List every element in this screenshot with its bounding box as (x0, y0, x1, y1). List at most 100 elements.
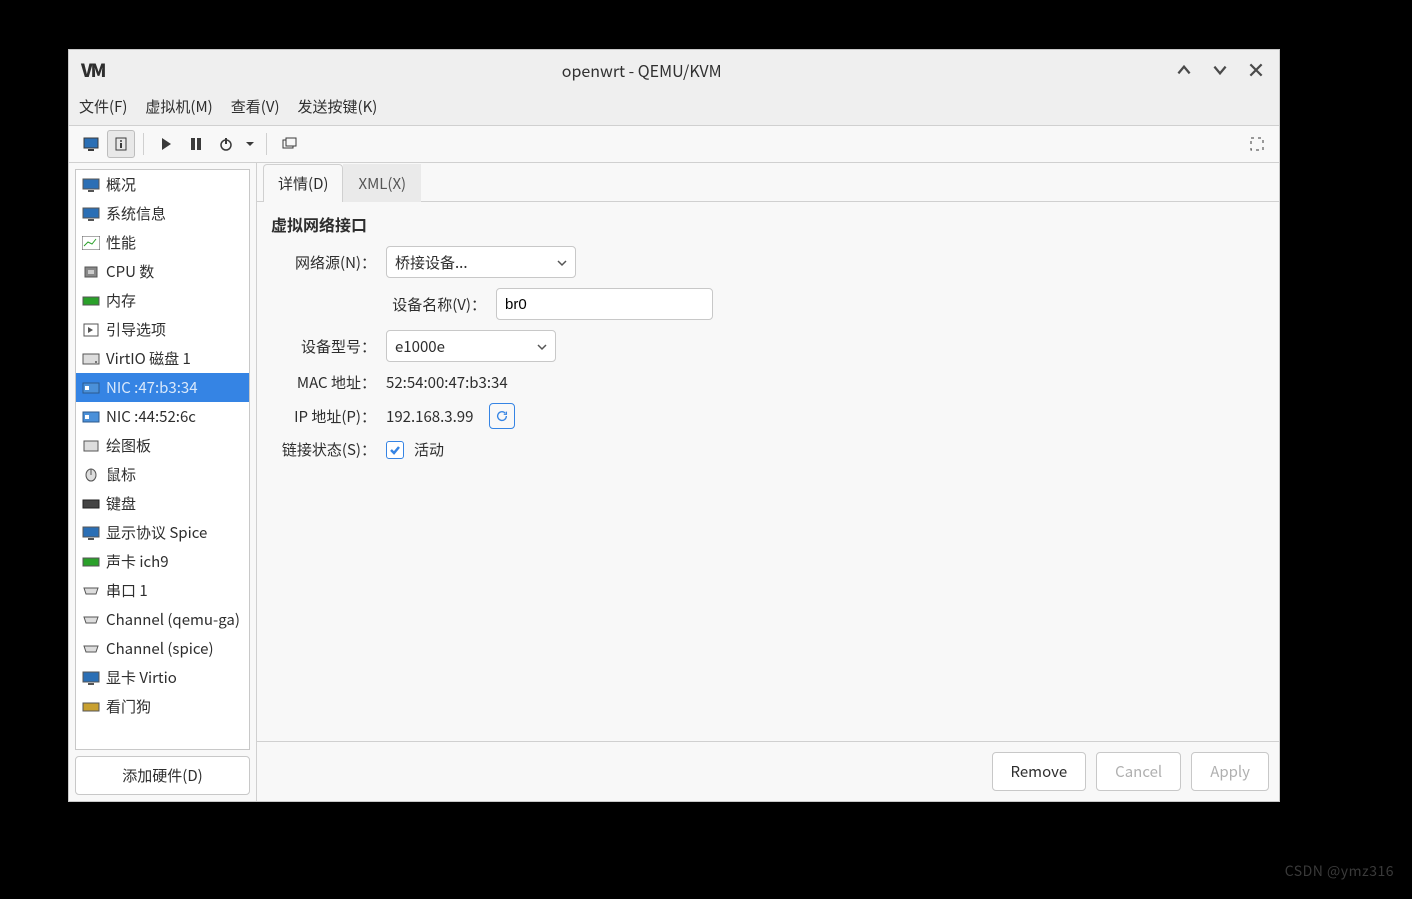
cpu-icon (82, 265, 100, 279)
sidebar-item-label: Channel (spice) (106, 638, 214, 659)
sidebar-item-serial[interactable]: 串口 1 (76, 576, 249, 605)
close-icon[interactable] (1247, 61, 1265, 79)
tab-details[interactable]: 详情(D) (263, 164, 343, 202)
sidebar-item-sound[interactable]: 声卡 ich9 (76, 547, 249, 576)
sidebar-item-channel-qemu[interactable]: Channel (qemu-ga) (76, 605, 249, 634)
window-title: openwrt - QEMU/KVM (108, 58, 1175, 82)
sidebar-item-watchdog[interactable]: 看门狗 (76, 692, 249, 721)
play-icon[interactable] (152, 130, 180, 158)
maximize-icon[interactable] (1211, 61, 1229, 79)
label-mac: MAC 地址： (271, 372, 376, 393)
sidebar-item-sysinfo[interactable]: 系统信息 (76, 199, 249, 228)
monitor-icon (82, 178, 100, 192)
power-dropdown-icon[interactable] (242, 139, 258, 149)
mac-value: 52:54:00:47:b3:34 (386, 372, 508, 393)
sidebar-item-disk[interactable]: VirtIO 磁盘 1 (76, 344, 249, 373)
serial-icon (82, 642, 100, 656)
sidebar-item-label: 内存 (106, 290, 136, 311)
apply-button[interactable]: Apply (1191, 752, 1269, 791)
pause-icon[interactable] (182, 130, 210, 158)
sidebar-item-mouse[interactable]: 鼠标 (76, 460, 249, 489)
sidebar-item-label: 鼠标 (106, 464, 136, 485)
fullscreen-icon[interactable] (1243, 130, 1271, 158)
serial-icon (82, 613, 100, 627)
ip-value: 192.168.3.99 (386, 406, 473, 427)
sidebar-item-display[interactable]: 显示协议 Spice (76, 518, 249, 547)
sidebar-item-video[interactable]: 显卡 Virtio (76, 663, 249, 692)
nic-icon (82, 410, 100, 424)
label-device-model: 设备型号： (271, 336, 376, 357)
sidebar-item-label: 性能 (106, 232, 136, 253)
chart-icon (82, 236, 100, 250)
remove-button[interactable]: Remove (992, 752, 1087, 791)
sidebar-item-cpus[interactable]: CPU 数 (76, 257, 249, 286)
minimize-icon[interactable] (1175, 61, 1193, 79)
link-state-checkbox[interactable] (386, 441, 404, 459)
mouse-icon (82, 468, 100, 482)
monitor-icon (82, 526, 100, 540)
sidebar-item-nic-1[interactable]: NIC :47:b3:34 (76, 373, 249, 402)
sidebar-item-tablet[interactable]: 绘图板 (76, 431, 249, 460)
sidebar-item-channel-spice[interactable]: Channel (spice) (76, 634, 249, 663)
keyboard-icon (82, 497, 100, 511)
sidebar-item-boot[interactable]: 引导选项 (76, 315, 249, 344)
sidebar-item-label: NIC :47:b3:34 (106, 377, 198, 398)
menu-sendkeys[interactable]: 发送按键(K) (298, 96, 378, 117)
titlebar: VM openwrt - QEMU/KVM (69, 50, 1279, 90)
refresh-ip-button[interactable] (489, 403, 515, 429)
sidebar-item-label: 串口 1 (106, 580, 148, 601)
sidebar-item-label: VirtIO 磁盘 1 (106, 348, 191, 369)
hardware-sidebar: 概况 系统信息 性能 CPU 数 内存 引导选项 VirtIO 磁盘 1 NIC… (69, 163, 257, 801)
sidebar-item-keyboard[interactable]: 键盘 (76, 489, 249, 518)
chevron-down-icon (537, 336, 547, 357)
sidebar-item-label: 看门狗 (106, 696, 151, 717)
toolbar-separator (143, 133, 144, 155)
sidebar-item-memory[interactable]: 内存 (76, 286, 249, 315)
serial-icon (82, 584, 100, 598)
menubar: 文件(F) 虚拟机(M) 查看(V) 发送按键(K) (69, 90, 1279, 125)
power-icon[interactable] (212, 130, 240, 158)
sidebar-item-label: 显示协议 Spice (106, 522, 207, 543)
tablet-icon (82, 439, 100, 453)
card-icon (82, 700, 100, 714)
boot-icon (82, 323, 100, 337)
sidebar-item-performance[interactable]: 性能 (76, 228, 249, 257)
sidebar-item-label: 概况 (106, 174, 136, 195)
label-ip: IP 地址(P)： (271, 406, 376, 427)
sidebar-item-label: 显卡 Virtio (106, 667, 177, 688)
device-model-select[interactable]: e1000e (386, 330, 556, 362)
menu-file[interactable]: 文件(F) (79, 96, 127, 117)
cancel-button[interactable]: Cancel (1096, 752, 1181, 791)
device-model-value: e1000e (395, 336, 445, 357)
sidebar-item-label: CPU 数 (106, 261, 154, 282)
sidebar-item-label: 系统信息 (106, 203, 166, 224)
sidebar-item-label: 绘图板 (106, 435, 151, 456)
sidebar-item-label: 键盘 (106, 493, 136, 514)
memory-icon (82, 294, 100, 308)
tab-xml[interactable]: XML(X) (343, 164, 421, 202)
console-button[interactable] (77, 130, 105, 158)
app-window: VM openwrt - QEMU/KVM 文件(F) 虚拟机(M) 查看(V)… (68, 49, 1280, 802)
add-hardware-button[interactable]: 添加硬件(D) (75, 756, 250, 795)
footer-buttons: Remove Cancel Apply (257, 741, 1279, 801)
details-panel: 详情(D) XML(X) 虚拟网络接口 网络源(N)： 桥接设备... 设备名称… (257, 163, 1279, 801)
label-link-state: 链接状态(S)： (271, 439, 376, 460)
watermark: CSDN @ymz316 (1285, 861, 1394, 881)
section-title: 虚拟网络接口 (271, 212, 1265, 236)
monitor-icon (82, 207, 100, 221)
label-device-name: 设备名称(V)： (271, 294, 486, 315)
sidebar-item-nic-2[interactable]: NIC :44:52:6c (76, 402, 249, 431)
nic-icon (82, 381, 100, 395)
net-source-value: 桥接设备... (395, 252, 468, 273)
device-name-input[interactable] (496, 288, 713, 320)
disk-icon (82, 352, 100, 366)
app-logo: VM (77, 57, 108, 83)
link-state-value: 活动 (414, 439, 444, 460)
monitor-icon (82, 671, 100, 685)
snapshot-icon[interactable] (275, 130, 303, 158)
menu-vm[interactable]: 虚拟机(M) (145, 96, 212, 117)
sidebar-item-overview[interactable]: 概况 (76, 170, 249, 199)
menu-view[interactable]: 查看(V) (231, 96, 280, 117)
net-source-select[interactable]: 桥接设备... (386, 246, 576, 278)
details-button[interactable] (107, 130, 135, 158)
